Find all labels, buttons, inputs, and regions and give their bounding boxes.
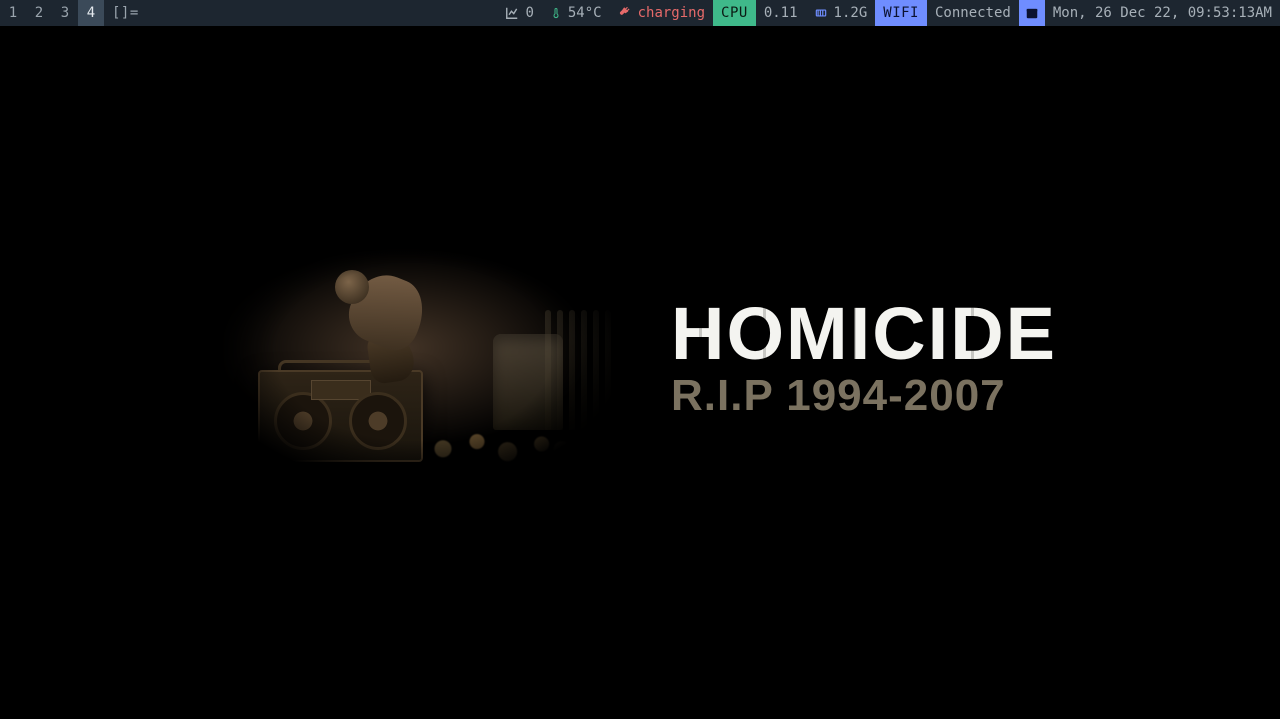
wifi-value: Connected [935, 5, 1011, 21]
updates-widget[interactable]: 0 [497, 0, 541, 26]
chart-icon [505, 6, 519, 20]
temperature-widget[interactable]: 54°C [542, 0, 610, 26]
status-widgets: 0 54°C charging CPU 0.11 [497, 0, 1280, 26]
cpu-widget[interactable]: 0.11 [756, 0, 806, 26]
calendar-icon-box [1019, 0, 1045, 26]
wallpaper-subtitle: R.I.P 1994-2007 [671, 374, 1057, 418]
wallpaper-text: HOMICIDE R.I.P 1994-2007 [671, 300, 1057, 418]
desktop[interactable]: HOMICIDE R.I.P 1994-2007 [0, 26, 1280, 719]
calendar-icon [1025, 6, 1039, 20]
status-bar: 1 2 3 4 []= 0 54°C [0, 0, 1280, 26]
workspace-3[interactable]: 3 [52, 0, 78, 26]
wallpaper: HOMICIDE R.I.P 1994-2007 [223, 244, 1057, 474]
wallpaper-image [223, 244, 623, 474]
datetime-widget[interactable]: Mon, 26 Dec 22, 09:53:13AM [1045, 0, 1280, 26]
memory-value: 1.2G [834, 5, 868, 21]
thermometer-icon [550, 6, 562, 20]
person-graphic [333, 256, 443, 376]
battery-widget[interactable]: charging [610, 0, 713, 26]
bar-spacer [147, 0, 498, 26]
wifi-label: WIFI [875, 0, 927, 26]
workspace-1[interactable]: 1 [0, 0, 26, 26]
tombstone-graphic [493, 334, 563, 430]
plug-icon [618, 6, 632, 20]
workspace-switcher: 1 2 3 4 []= [0, 0, 147, 26]
battery-value: charging [638, 5, 705, 21]
layout-indicator[interactable]: []= [104, 0, 147, 26]
workspace-4[interactable]: 4 [78, 0, 104, 26]
cpu-label: CPU [713, 0, 756, 26]
temperature-value: 54°C [568, 5, 602, 21]
cpu-value: 0.11 [764, 5, 798, 21]
workspace-2[interactable]: 2 [26, 0, 52, 26]
boombox-graphic [258, 370, 423, 462]
memory-widget[interactable]: 1.2G [806, 0, 876, 26]
memory-icon [814, 6, 828, 20]
wifi-widget[interactable]: Connected [927, 0, 1019, 26]
flowers-graphic [409, 420, 579, 468]
wallpaper-title: HOMICIDE [671, 300, 1057, 368]
datetime-value: Mon, 26 Dec 22, 09:53:13AM [1053, 5, 1272, 21]
updates-value: 0 [525, 5, 533, 21]
